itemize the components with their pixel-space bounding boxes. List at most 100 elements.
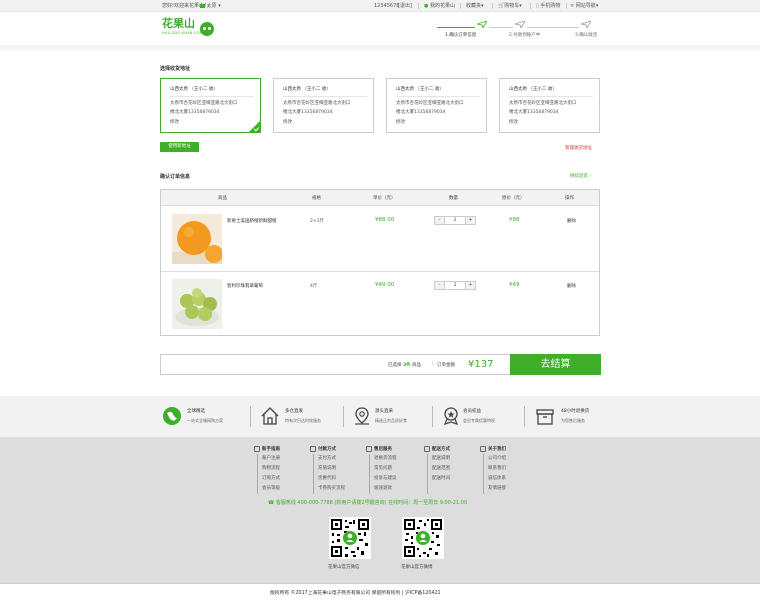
footer-link[interactable]: 退换货流程: [374, 455, 397, 461]
original-price: ¥88: [509, 217, 520, 223]
city-label: 太原: [206, 3, 217, 9]
address-card[interactable]: 山西太原 （王小二 收） 太原市杏花岭区亚细亚路北大街口 楼北大厦1335687…: [160, 78, 261, 133]
address-line2: 楼北大厦13356879034: [283, 110, 333, 115]
footer-column-title: 配送方式: [432, 447, 450, 452]
divider: [283, 96, 367, 97]
feature-subtitle: 一站式全服网购方案: [187, 418, 223, 423]
use-new-address-button[interactable]: 使用新地址: [160, 142, 199, 152]
footer-link[interactable]: 充值说明: [318, 465, 336, 471]
logo-mascot-icon: [200, 22, 214, 36]
caret-down-icon: ▾: [595, 3, 599, 9]
table-header: 商品 规格 单价（元） 数量 原价（元） 操作: [161, 190, 599, 206]
footer-link[interactable]: 会员等级: [262, 485, 280, 491]
footer-link[interactable]: 订购方式: [262, 475, 280, 481]
box-icon: [536, 409, 554, 425]
footer-link[interactable]: 账户注册: [262, 455, 280, 461]
footer-link[interactable]: 配送范围: [432, 465, 450, 471]
favorites-label: 收藏夹: [466, 3, 482, 9]
footer-link[interactable]: 投诉与建议: [374, 475, 397, 481]
increment-button[interactable]: +: [466, 217, 475, 224]
footer-link[interactable]: 常见问题: [374, 465, 392, 471]
address-card[interactable]: 山西太原 （王小二 收） 太原市杏花岭区亚细亚路北大街口 楼北大厦1335687…: [386, 78, 487, 133]
medal-icon: [443, 407, 459, 425]
product-image-grapes[interactable]: [172, 279, 222, 329]
manage-address-link[interactable]: 管理收货地址: [565, 145, 592, 151]
mobile-link[interactable]: ▯ 手机购物: [536, 3, 560, 9]
header-divider-band: [0, 45, 760, 50]
headset-icon: ☎: [268, 500, 275, 506]
phone-icon: ▯: [536, 3, 539, 9]
divider: [418, 3, 419, 9]
selected-suffix: 商品: [412, 363, 422, 368]
divider: [483, 454, 484, 494]
original-price: ¥49: [509, 282, 520, 288]
caret-down-icon: ▾: [519, 3, 522, 9]
my-account-label: 我的花果山: [429, 3, 455, 9]
unit-price: ¥49.00: [375, 282, 395, 288]
footer-link[interactable]: 极速退款: [374, 485, 392, 491]
service-features-band: 全球精选 一站式全服网购方案 多仓直发 特有次日达时效服务 源头直采 精选正宗品…: [0, 396, 760, 437]
footer: 新手指南 账户注册 购物流程 订购方式 会员等级 付款方式 支付方式 充值说明 …: [0, 437, 760, 583]
cart-label: 购物车: [504, 3, 520, 9]
divider: [343, 406, 344, 427]
truck-icon: [200, 3, 205, 8]
step-line: [489, 27, 513, 28]
edit-address-link[interactable]: 修改: [396, 119, 405, 125]
top-bar: 您好!欢迎来花果山！ 太原 ▾ 12345678 [退出] ● 我的花果山 收藏…: [0, 0, 760, 12]
address-card[interactable]: 山西太原 （王小二 收） 太原市杏花岭区亚细亚路北大街口 楼北大厦1335687…: [273, 78, 374, 133]
logout-link[interactable]: [退出]: [398, 3, 412, 9]
decrement-button[interactable]: -: [435, 282, 444, 289]
city-selector[interactable]: 太原 ▾: [200, 3, 221, 9]
footer-link[interactable]: 公司介绍: [488, 455, 506, 461]
footer-link[interactable]: 购物流程: [262, 465, 280, 471]
footer-link[interactable]: 支付方式: [318, 455, 336, 461]
product-name[interactable]: 新奇士美国脐橙新鲜甜橙: [227, 218, 277, 224]
quantity-value[interactable]: 1: [444, 282, 466, 289]
column-header: 操作: [565, 196, 574, 201]
delete-item-link[interactable]: 删除: [567, 283, 576, 289]
feature-title: 48小时退换货: [561, 409, 590, 414]
logo-text[interactable]: 花果山: [162, 18, 195, 30]
divider: [369, 454, 370, 494]
divider: [492, 3, 493, 9]
my-account-link[interactable]: ● 我的花果山: [424, 3, 455, 9]
order-section-title: 确认订单信息: [160, 174, 191, 180]
feature-title: 源头直采: [375, 409, 393, 414]
footer-link[interactable]: 友情链接: [488, 485, 506, 491]
header: [0, 12, 760, 45]
checkout-button[interactable]: 去结算: [510, 354, 601, 375]
footer-link[interactable]: 优惠代码: [318, 475, 336, 481]
product-name[interactable]: 智利珍珠翡翠葡萄: [227, 283, 263, 289]
continue-shopping-link[interactable]: 继续逛逛 ›: [570, 173, 591, 179]
edit-address-link[interactable]: 修改: [509, 119, 518, 125]
quantity-value[interactable]: 1: [444, 217, 466, 224]
increment-button[interactable]: +: [466, 282, 475, 289]
divider: [432, 406, 433, 427]
footer-link[interactable]: 诚信体系: [488, 475, 506, 481]
edit-address-link[interactable]: 修改: [283, 119, 292, 125]
footer-link[interactable]: 配送时间: [432, 475, 450, 481]
user-icon: ●: [424, 3, 429, 9]
order-amount-label: 订单金额: [437, 363, 455, 368]
decrement-button[interactable]: -: [435, 217, 444, 224]
footer-link[interactable]: 联系我们: [488, 465, 506, 471]
address-line2: 楼北大厦13356879034: [509, 110, 559, 115]
paper-plane-icon: [581, 21, 591, 28]
divider: [460, 3, 461, 9]
divider: [427, 454, 428, 494]
selected-count-text: 已选择 3件 商品: [388, 362, 421, 368]
footer-link[interactable]: 配送说明: [432, 455, 450, 461]
hotline-text: 客服热线 400-000-7788 (新用户请拨2号键咨询) 在线时间：周一至周…: [275, 500, 468, 506]
product-spec: 4斤: [310, 284, 318, 289]
edit-address-link[interactable]: 修改: [170, 119, 179, 125]
product-image-orange[interactable]: [172, 214, 222, 264]
footer-link[interactable]: 卡券购买流程: [318, 485, 345, 491]
site-nav-link[interactable]: ≡ 网站导航▾: [570, 3, 598, 9]
favorites-link[interactable]: 收藏夹▾: [466, 3, 484, 9]
continue-shopping-label: 继续逛逛: [570, 174, 588, 179]
cart-link[interactable]: 🛒购物车▾: [498, 3, 522, 9]
column-header: 商品: [218, 196, 227, 201]
step-line: [437, 27, 475, 28]
address-card[interactable]: 山西太原 （王小二 收） 太原市杏花岭区亚细亚路北大街口 楼北大厦1335687…: [499, 78, 600, 133]
delete-item-link[interactable]: 删除: [567, 218, 576, 224]
